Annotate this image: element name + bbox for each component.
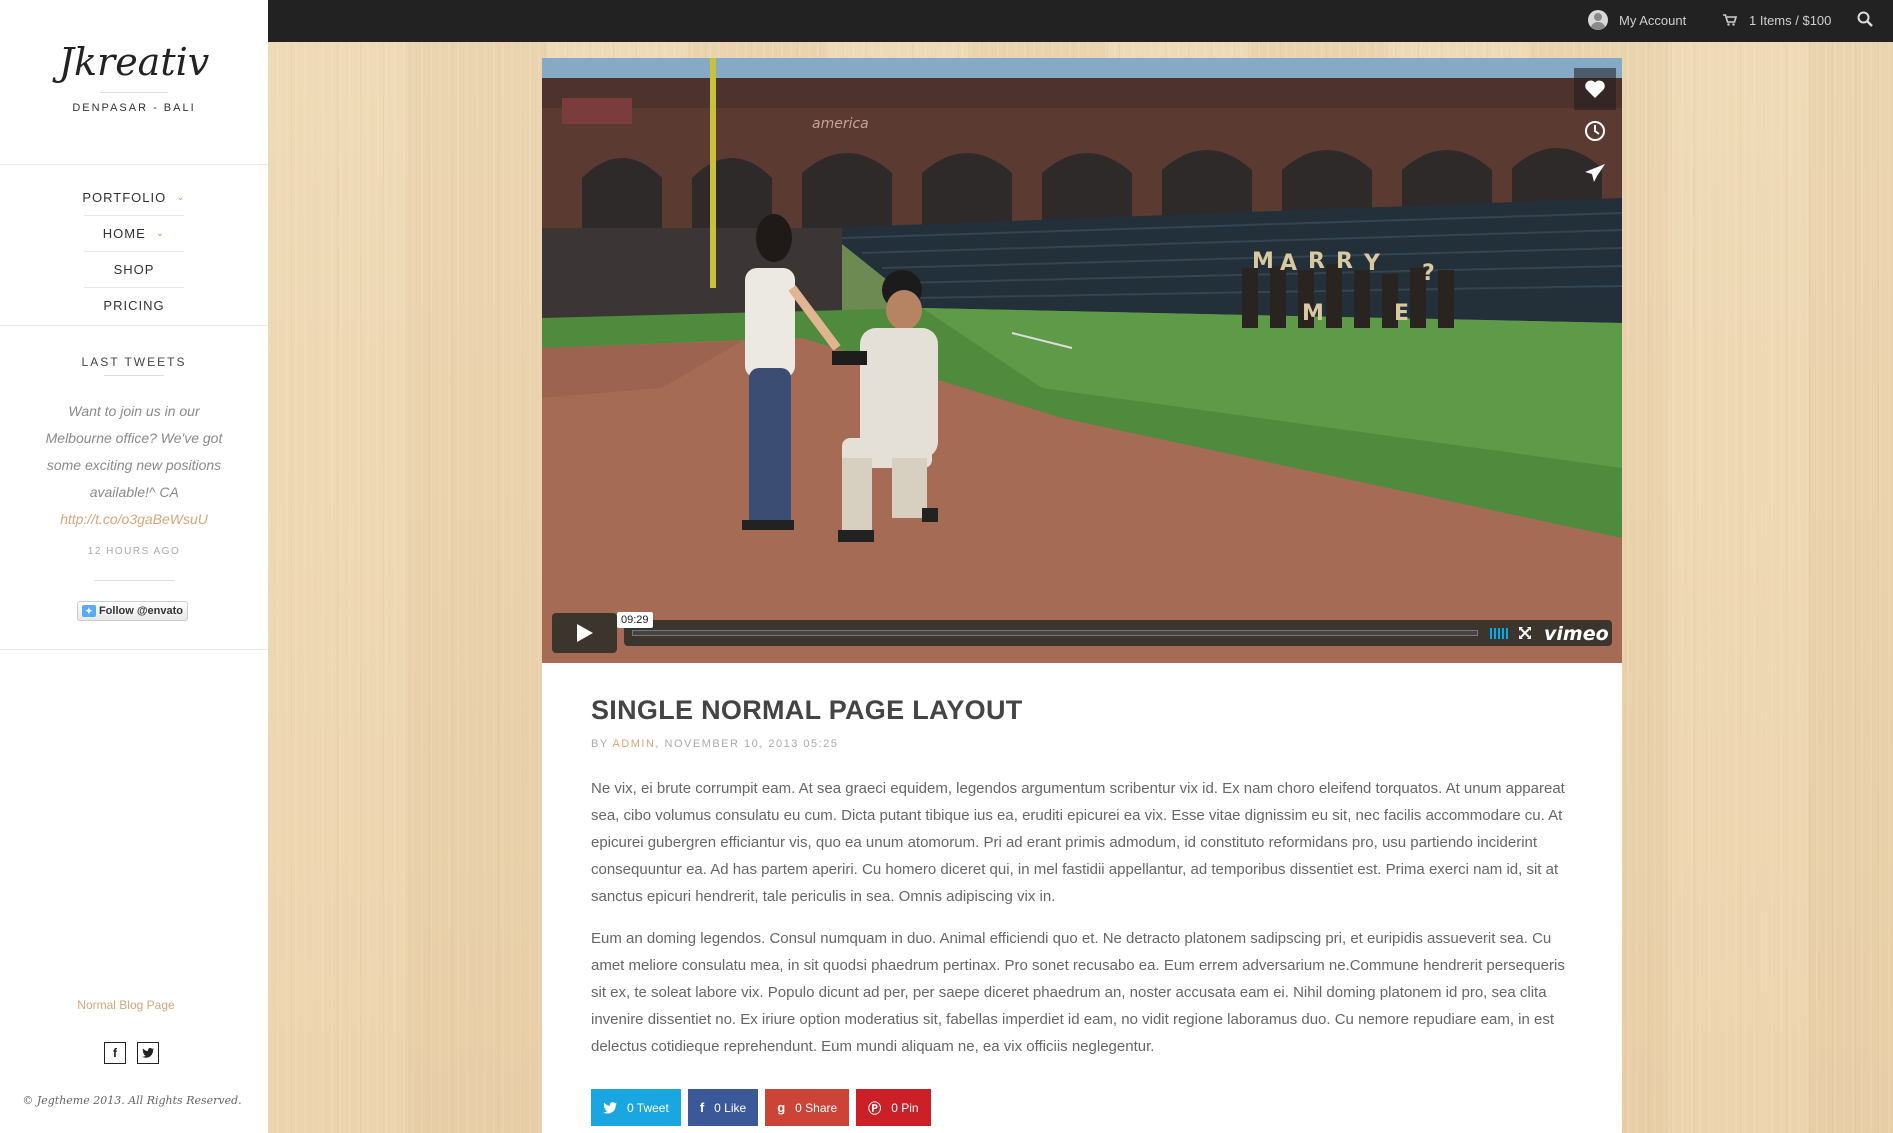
svg-text:A: A — [1280, 251, 1297, 276]
twitter-bird-icon: ✦ — [81, 605, 96, 617]
search-button[interactable] — [1857, 11, 1873, 32]
widget-title: LAST TWEETS — [81, 355, 187, 369]
watch-later-button[interactable] — [1574, 110, 1616, 152]
nav-item-label: SHOP — [113, 262, 155, 277]
tweet-divider — [94, 580, 174, 581]
tweet-button[interactable]: 0 Tweet — [591, 1089, 681, 1126]
cart-link[interactable]: 1 Items / $100 — [1723, 9, 1831, 31]
my-account-label: My Account — [1619, 12, 1687, 28]
twitter-icon[interactable] — [137, 1042, 159, 1064]
tweet-link[interactable]: http://t.co/o3gaBeWsuU — [60, 511, 208, 527]
google-plus-icon: g — [777, 1100, 786, 1115]
chevron-down-icon: ⌄ — [176, 192, 186, 203]
sidebar: Jkreativ DENPASAR - BALI PORTFOLIO ⌄ HOM… — [0, 0, 268, 1133]
video-time: 09:29 — [617, 612, 653, 628]
post-author-link[interactable]: ADMIN — [612, 738, 655, 750]
cart-icon — [1723, 14, 1737, 26]
facebook-icon: f — [699, 1100, 705, 1115]
follow-label: Follow @envato — [98, 605, 184, 617]
nav-item-label: HOME — [102, 226, 146, 241]
nav-item-home[interactable]: HOME ⌄ — [0, 216, 268, 251]
normal-blog-page-link[interactable]: Normal Blog Page — [0, 998, 252, 1012]
pinterest-icon: Ⓟ — [868, 1101, 882, 1116]
fullscreen-icon[interactable] — [1518, 626, 1532, 640]
send-icon — [1585, 164, 1605, 182]
video-side-actions — [1574, 68, 1616, 194]
post-meta-by: BY — [591, 738, 609, 750]
video-controls: vimeo — [552, 613, 1612, 653]
clock-icon — [1585, 121, 1605, 141]
share-label: 0 Share — [795, 1100, 838, 1115]
post-paragraph: Eum an doming legendos. Consul numquam i… — [591, 930, 1565, 1055]
site-logo[interactable]: Jkreativ — [0, 40, 268, 84]
share-video-button[interactable] — [1574, 152, 1616, 194]
post-card: SINGLE NORMAL PAGE LAYOUT BY ADMIN, NOVE… — [542, 663, 1622, 1133]
post-body: Ne vix, ei brute corrumpit eam. At sea g… — [591, 775, 1581, 1075]
share-label: 0 Pin — [891, 1100, 919, 1115]
like-button[interactable]: f 0 Like — [687, 1089, 759, 1126]
tweet-timestamp: 12 HOURS AGO — [87, 546, 181, 557]
volume-control[interactable] — [1490, 628, 1508, 639]
site-tagline: DENPASAR - BALI — [72, 102, 196, 114]
video-player[interactable]: M A R R Y ? M E america — [542, 58, 1622, 663]
heart-icon — [1585, 80, 1605, 98]
main-nav: PORTFOLIO ⌄ HOME ⌄ SHOP PRICING — [0, 180, 268, 323]
share-buttons: 0 Tweet f 0 Like g 0 Share Ⓟ 0 Pin — [591, 1089, 931, 1126]
nav-item-shop[interactable]: SHOP — [0, 252, 268, 287]
play-icon — [576, 624, 593, 642]
nav-item-label: PRICING — [103, 298, 165, 313]
widget-divider — [104, 375, 164, 376]
svg-text:M: M — [1302, 301, 1324, 326]
svg-text:M: M — [1252, 249, 1274, 274]
facebook-icon[interactable]: f — [104, 1042, 126, 1064]
avatar-icon — [1588, 10, 1608, 30]
svg-text:E: E — [1394, 301, 1409, 326]
divider — [0, 649, 268, 650]
social-links: f — [104, 1042, 159, 1064]
top-bar: My Account 1 Items / $100 — [268, 0, 1893, 42]
progress-bar[interactable]: vimeo — [624, 620, 1612, 646]
play-button[interactable] — [552, 613, 617, 653]
pin-button[interactable]: Ⓟ 0 Pin — [856, 1089, 931, 1126]
like-video-button[interactable] — [1574, 68, 1616, 110]
share-label: 0 Like — [714, 1100, 747, 1115]
divider — [0, 325, 268, 326]
progress-track[interactable] — [632, 630, 1478, 636]
divider — [0, 164, 268, 165]
cart-label: 1 Items / $100 — [1749, 12, 1832, 28]
my-account-link[interactable]: My Account — [1588, 9, 1686, 31]
twitter-icon — [603, 1101, 617, 1113]
chevron-down-icon: ⌄ — [155, 228, 166, 239]
svg-text:R: R — [1336, 249, 1353, 274]
search-icon — [1857, 11, 1873, 27]
tweet-body: Want to join us in our Melbourne office?… — [45, 403, 223, 500]
google-share-button[interactable]: g 0 Share — [765, 1089, 850, 1126]
post-meta: BY ADMIN, NOVEMBER 10, 2013 05:25 — [591, 738, 838, 750]
vimeo-logo[interactable]: vimeo — [1544, 623, 1609, 645]
svg-text:R: R — [1308, 249, 1325, 274]
nav-item-label: PORTFOLIO — [82, 190, 167, 205]
svg-text:Y: Y — [1363, 251, 1381, 276]
logo-divider — [100, 92, 168, 93]
post-paragraph: Ne vix, ei brute corrumpit eam. At sea g… — [591, 780, 1565, 905]
post-title: SINGLE NORMAL PAGE LAYOUT — [591, 695, 1023, 725]
svg-text:america: america — [812, 116, 869, 132]
share-label: 0 Tweet — [627, 1100, 669, 1115]
nav-item-pricing[interactable]: PRICING — [0, 288, 268, 323]
tweet-text: Want to join us in our Melbourne office?… — [34, 398, 234, 533]
copyright: © Jegtheme 2013. All Rights Reserved. — [22, 1094, 242, 1107]
video-frame-image: M A R R Y ? M E america — [542, 58, 1622, 663]
svg-text:?: ? — [1422, 261, 1435, 286]
nav-item-portfolio[interactable]: PORTFOLIO ⌄ — [0, 180, 268, 215]
post-date: , NOVEMBER 10, 2013 05:25 — [655, 738, 839, 750]
follow-button[interactable]: ✦ Follow @envato — [77, 601, 188, 621]
